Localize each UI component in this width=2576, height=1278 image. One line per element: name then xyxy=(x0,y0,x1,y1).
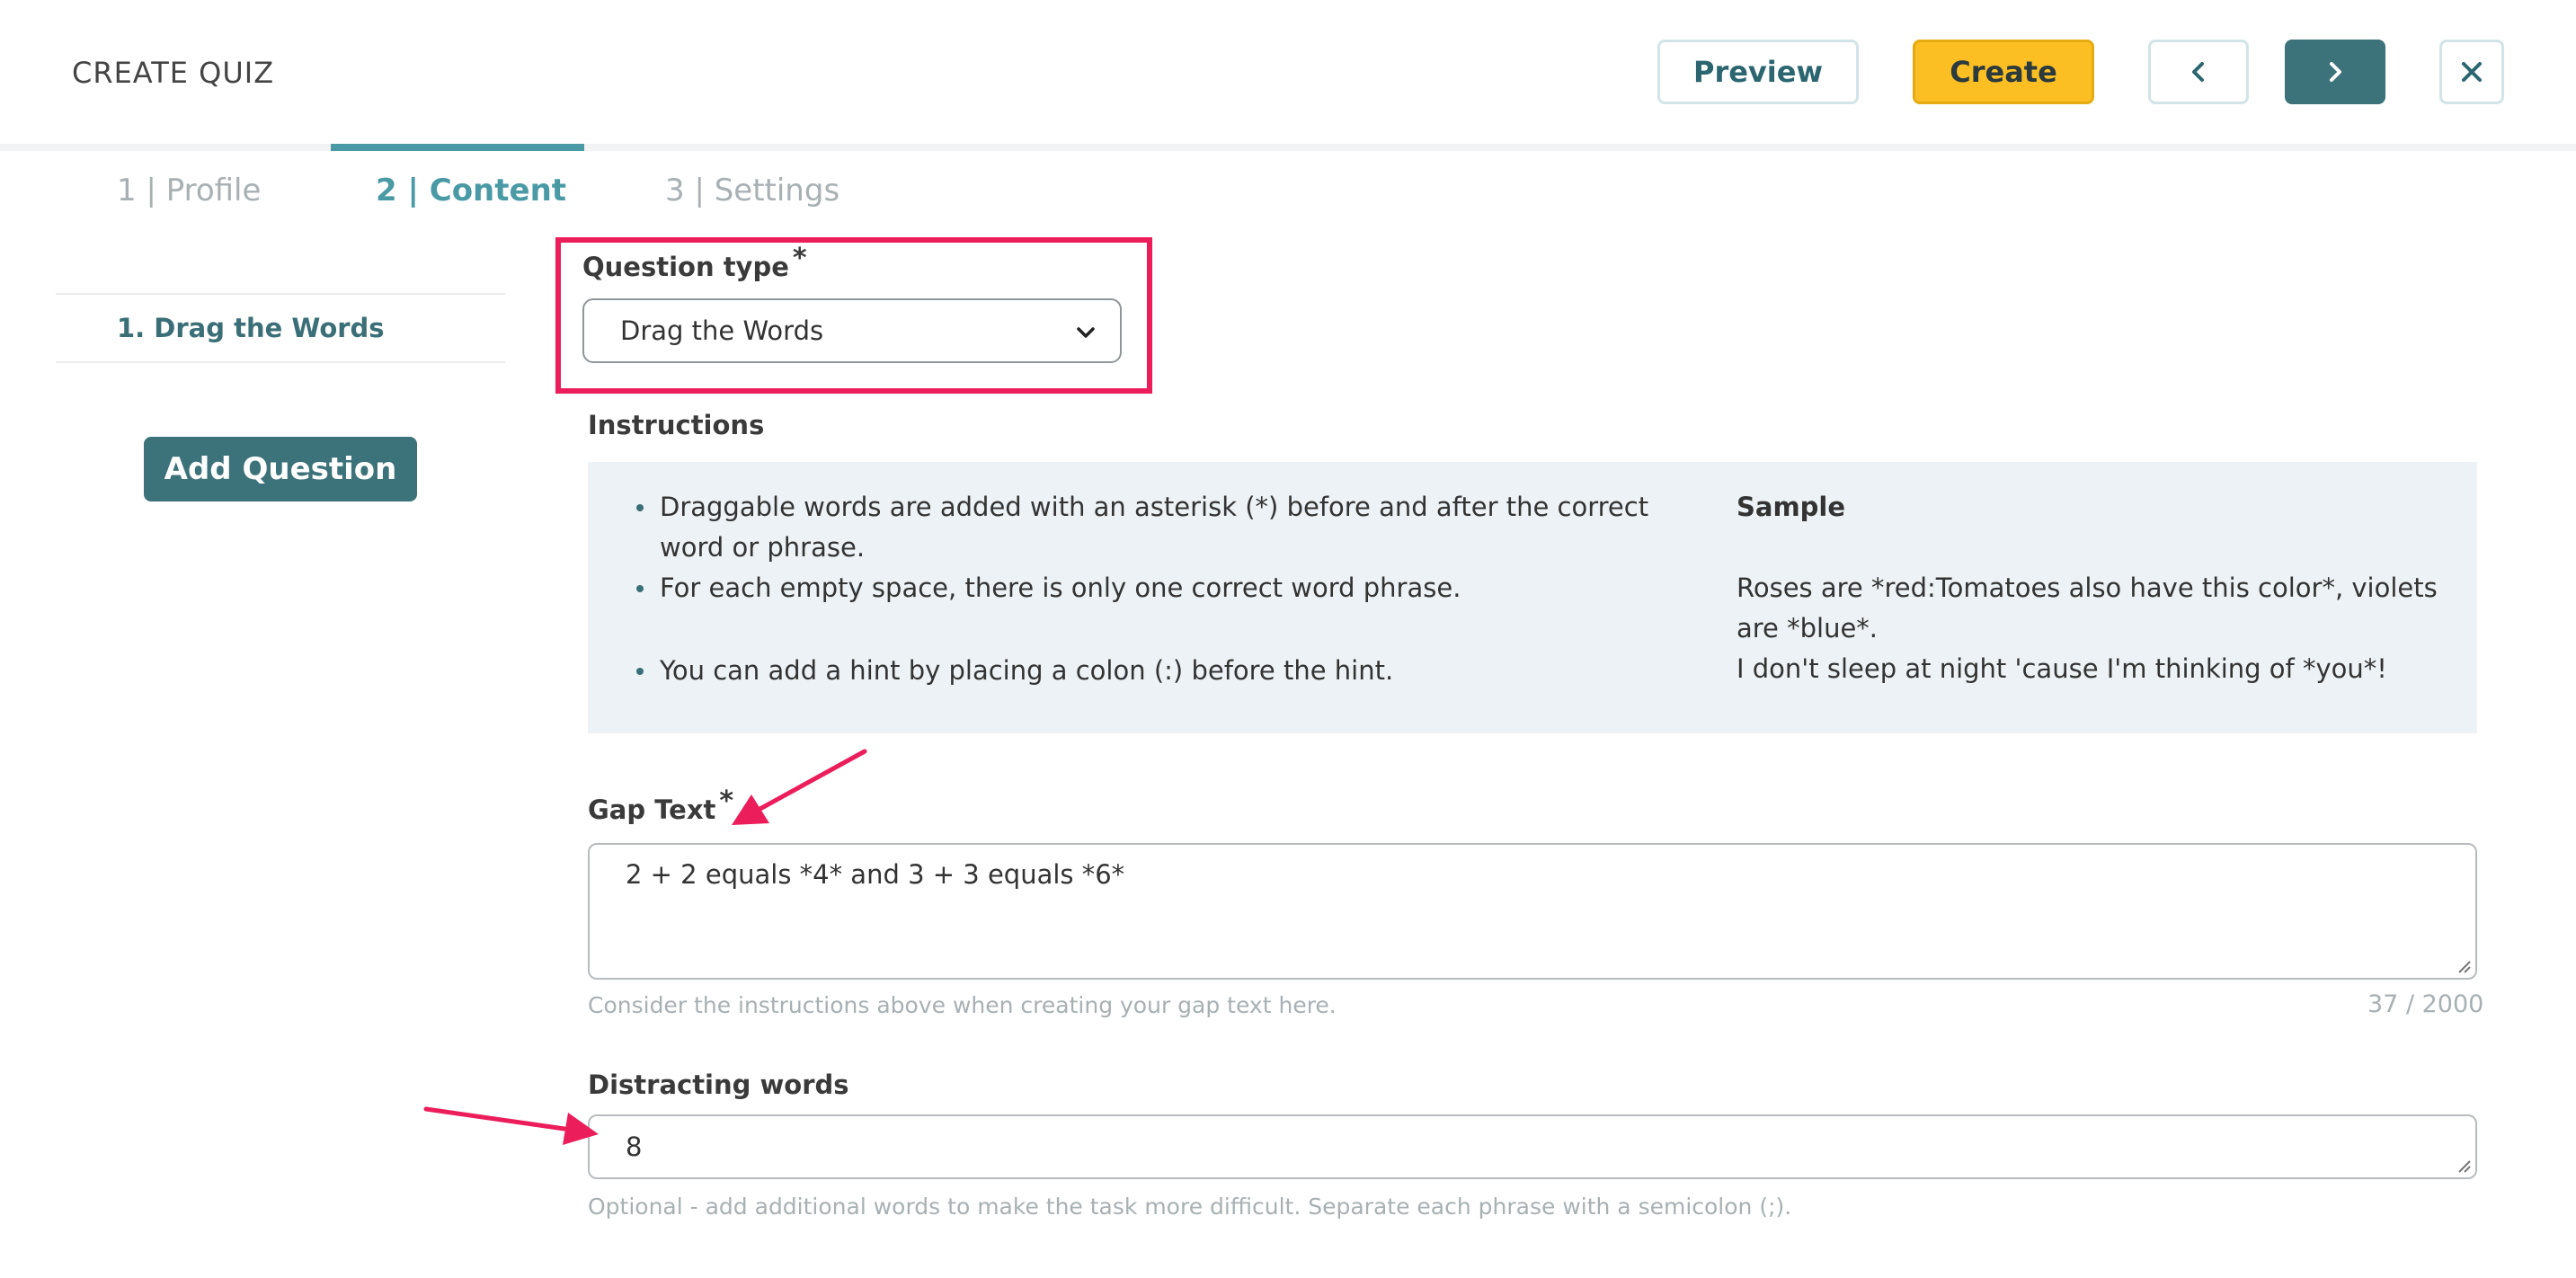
close-button[interactable] xyxy=(2439,40,2504,104)
gap-text-label: Gap Text * xyxy=(588,785,733,826)
sidebar-divider-bottom xyxy=(56,361,505,363)
chevron-right-icon xyxy=(2330,62,2341,82)
bullet-icon xyxy=(636,668,644,675)
gap-text-character-counter: 37 / 2000 xyxy=(2367,990,2484,1018)
instructions-label: Instructions xyxy=(588,410,765,440)
sidebar-item-question-1[interactable]: 1. Drag the Words xyxy=(117,313,385,343)
distracting-words-textarea[interactable]: 8 xyxy=(588,1114,2477,1179)
instruction-text: Draggable words are added with an asteri… xyxy=(660,492,1649,563)
distracting-words-value: 8 xyxy=(626,1132,643,1162)
chevron-left-icon xyxy=(2192,62,2204,82)
required-asterisk: * xyxy=(792,243,807,274)
header-bar: CREATE QUIZ Preview Create xyxy=(0,0,2576,144)
create-quiz-page: CREATE QUIZ Preview Create 1 | Profile 2… xyxy=(0,0,2576,1278)
resize-handle-icon[interactable] xyxy=(2456,958,2472,974)
instructions-list: Draggable words are added with an asteri… xyxy=(636,487,1693,691)
sample-line: Roses are *red:Tomatoes also have this c… xyxy=(1737,572,2438,643)
question-type-value: Drag the Words xyxy=(620,315,824,346)
gap-text-value: 2 + 2 equals *4* and 3 + 3 equals *6* xyxy=(626,859,1125,890)
tab-settings[interactable]: 3 | Settings xyxy=(665,173,839,209)
gap-text-label-text: Gap Text xyxy=(588,794,716,825)
tab-profile[interactable]: 1 | Profile xyxy=(117,173,261,209)
resize-handle-icon[interactable] xyxy=(2456,1158,2472,1174)
distracting-words-help: Optional - add additional words to make … xyxy=(588,1194,1792,1220)
question-type-label-text: Question type xyxy=(582,252,789,282)
previous-step-button[interactable] xyxy=(2148,40,2249,104)
instruction-text: For each empty space, there is only one … xyxy=(660,572,1461,603)
sample-heading: Sample xyxy=(1737,492,1846,522)
bullet-icon xyxy=(636,504,644,511)
question-type-label: Question type * xyxy=(582,243,807,283)
instruction-text: You can add a hint by placing a colon (:… xyxy=(660,655,1394,686)
instructions-panel: Draggable words are added with an asteri… xyxy=(588,462,2477,733)
page-title: CREATE QUIZ xyxy=(72,56,275,90)
next-step-button[interactable] xyxy=(2285,40,2385,104)
close-icon xyxy=(2462,62,2482,82)
sample-block: Sample Roses are *red:Tomatoes also have… xyxy=(1737,487,2456,689)
active-tab-indicator xyxy=(331,144,584,151)
bullet-icon xyxy=(636,585,644,592)
list-item: You can add a hint by placing a colon (:… xyxy=(636,651,1693,691)
sample-line: I don't sleep at night 'cause I'm thinki… xyxy=(1737,653,2387,684)
required-asterisk: * xyxy=(719,785,734,817)
create-button[interactable]: Create xyxy=(1913,40,2094,104)
distracting-words-label: Distracting words xyxy=(588,1069,849,1100)
gap-text-textarea[interactable]: 2 + 2 equals *4* and 3 + 3 equals *6* xyxy=(588,843,2477,980)
add-question-button[interactable]: Add Question xyxy=(144,437,417,501)
list-item: Draggable words are added with an asteri… xyxy=(636,487,1693,568)
sidebar-divider-top xyxy=(56,293,505,295)
tab-content[interactable]: 2 | Content xyxy=(376,173,566,209)
gap-text-help: Consider the instructions above when cre… xyxy=(588,992,1337,1018)
list-item: For each empty space, there is only one … xyxy=(636,568,1693,608)
preview-button[interactable]: Preview xyxy=(1657,40,1859,104)
question-type-select[interactable]: Drag the Words xyxy=(582,298,1122,363)
chevron-down-icon xyxy=(1077,327,1095,338)
